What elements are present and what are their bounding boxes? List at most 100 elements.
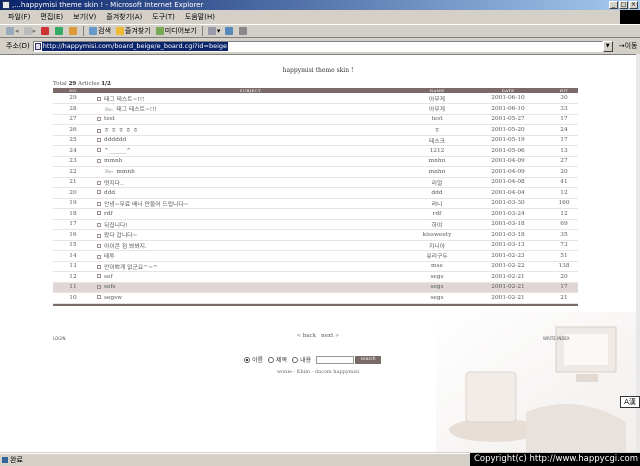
minimize-button[interactable]: _ bbox=[609, 1, 618, 9]
table-row[interactable]: 17 뒤집니다! 하야 2001-03-18 69 bbox=[53, 219, 578, 230]
table-row[interactable]: 18 rdf rdf 2001-03-24 12 bbox=[53, 208, 578, 220]
favorites-button[interactable]: 즐겨찾기 bbox=[115, 25, 151, 38]
post-icon bbox=[97, 233, 101, 238]
pager-back-link[interactable]: back bbox=[303, 333, 316, 339]
ime-language-badge[interactable]: A漢 bbox=[620, 396, 640, 408]
search-option-content[interactable]: 내용 bbox=[292, 355, 311, 364]
favorites-label: 즐겨찾기 bbox=[124, 26, 151, 35]
close-button[interactable]: × bbox=[629, 1, 638, 9]
row-subject-link[interactable]: ㅎ ㅎ ㅎ ㅎ ㅎ bbox=[104, 128, 138, 134]
toolbar: ◂ ▸ 검색 즐겨찾기 미디어보기 ▾ bbox=[0, 24, 640, 38]
table-row[interactable]: 16 왔다 갑니다~ kissweety 2001-03-18 35 bbox=[53, 229, 578, 241]
search-submit-button[interactable]: search bbox=[355, 355, 382, 364]
row-date: 2001-05-20 bbox=[466, 124, 550, 136]
maximize-button[interactable]: □ bbox=[619, 1, 628, 9]
search-option-subject[interactable]: 제목 bbox=[268, 355, 287, 364]
table-row[interactable]: 27 test test 2001-05-27 17 bbox=[53, 114, 578, 125]
row-subject-link[interactable]: 아이콘 점 봐봐지. bbox=[104, 244, 147, 250]
row-subject-link[interactable]: 태그 테스트~!!! bbox=[116, 107, 156, 113]
row-subject-link[interactable]: ^______^ bbox=[104, 148, 131, 154]
row-subject-link[interactable]: rdf bbox=[104, 211, 113, 217]
go-button[interactable]: →이동 bbox=[619, 39, 638, 53]
row-number: 20 bbox=[53, 187, 93, 199]
row-subject-link[interactable]: segsw bbox=[104, 295, 122, 301]
scrollbar[interactable] bbox=[636, 54, 640, 452]
forward-button[interactable]: ▸ bbox=[23, 25, 36, 38]
table-row[interactable]: 29 태그 테스트~!!! 아무게 2001-06-10 30 bbox=[53, 93, 578, 104]
post-icon bbox=[97, 254, 101, 259]
row-subject-link[interactable]: 테투 bbox=[104, 254, 115, 260]
row-subject-cell: 태그 테스트~!!! bbox=[93, 93, 408, 104]
row-subject-cell: dddddd bbox=[93, 135, 408, 146]
menu-tools[interactable]: 도구(T) bbox=[152, 11, 175, 23]
table-row[interactable]: 10 segsw segs 2001-02-21 21 bbox=[53, 292, 578, 304]
table-bottom-rule bbox=[53, 303, 578, 306]
radio-icon[interactable] bbox=[268, 356, 275, 363]
menu-edit[interactable]: 편집(E) bbox=[40, 11, 63, 23]
address-input[interactable]: http://happymisi.com/board_beige/e_board… bbox=[32, 40, 603, 52]
row-subject-link[interactable]: mmnh bbox=[116, 169, 134, 175]
row-subject-link[interactable]: 안녕~무료 배너 만들어 드립니다~ bbox=[104, 202, 189, 208]
table-row[interactable]: 25 dddddd 테스크 2001-05-19 17 bbox=[53, 135, 578, 146]
table-row[interactable]: 28 Re: 태그 테스트~!!! 아무게 2001-06-10 33 bbox=[53, 103, 578, 115]
table-row[interactable]: 13 안이쁘게 없군요^~^ mse 2001-02-22 138 bbox=[53, 261, 578, 272]
menu-help[interactable]: 도움말(H) bbox=[185, 11, 215, 23]
pager-next-link[interactable]: next bbox=[321, 333, 333, 339]
radio-checked-icon[interactable] bbox=[244, 356, 250, 363]
table-row[interactable]: 15 아이콘 점 봐봐지. 지니아 2001-03-13 73 bbox=[53, 240, 578, 251]
table-row[interactable]: 11 sefs segs 2001-02-21 17 bbox=[53, 282, 578, 293]
table-row[interactable]: 14 테투 유리구두 2001-02-23 51 bbox=[53, 250, 578, 262]
row-date: 2001-02-21 bbox=[466, 292, 550, 304]
radio-icon[interactable] bbox=[292, 356, 299, 363]
media-button[interactable]: 미디어보기 bbox=[155, 25, 197, 38]
row-hits: 69 bbox=[550, 219, 578, 230]
address-url[interactable]: http://happymisi.com/board_beige/e_board… bbox=[41, 41, 229, 51]
row-author: 아무게 bbox=[408, 103, 466, 115]
row-subject-link[interactable]: ddd bbox=[104, 190, 115, 196]
row-hits: 17 bbox=[550, 135, 578, 146]
row-number: 12 bbox=[53, 271, 93, 283]
menu-file[interactable]: 파일(F) bbox=[8, 11, 30, 23]
row-subject-link[interactable]: test bbox=[104, 116, 115, 122]
post-icon bbox=[97, 128, 101, 133]
row-subject-link[interactable]: sef bbox=[104, 274, 113, 280]
table-row[interactable]: 24 ^______^ 1212 2001-05-06 13 bbox=[53, 145, 578, 157]
table-row[interactable]: 21 멋지다.. 리얼 2001-04-08 41 bbox=[53, 177, 578, 188]
refresh-icon bbox=[55, 27, 64, 35]
row-subject-cell: Re: 태그 테스트~!!! bbox=[93, 103, 408, 115]
row-subject-link[interactable]: 왔다 갑니다~ bbox=[104, 233, 137, 239]
refresh-button[interactable] bbox=[55, 27, 64, 35]
menu-favorites[interactable]: 즐겨찾기(A) bbox=[106, 11, 142, 23]
menu-view[interactable]: 보기(V) bbox=[73, 11, 96, 23]
table-row[interactable]: 20 ddd ddd 2001-04-04 12 bbox=[53, 187, 578, 199]
row-subject-cell: 안녕~무료 배너 만들어 드립니다~ bbox=[93, 198, 408, 209]
row-subject-link[interactable]: mmnh bbox=[104, 158, 122, 164]
row-subject-link[interactable]: 태그 테스트~!!! bbox=[104, 97, 144, 103]
row-hits: 12 bbox=[550, 208, 578, 220]
stop-button[interactable] bbox=[41, 27, 50, 35]
row-hits: 27 bbox=[550, 156, 578, 167]
address-dropdown-button[interactable]: ▼ bbox=[602, 40, 613, 52]
home-button[interactable] bbox=[69, 27, 78, 35]
history-button[interactable]: ▾ bbox=[207, 25, 220, 38]
table-row[interactable]: 12 sef segs 2001-02-21 20 bbox=[53, 271, 578, 283]
print-button[interactable] bbox=[239, 27, 248, 35]
search-button[interactable]: 검색 bbox=[89, 25, 111, 38]
post-icon bbox=[97, 223, 101, 228]
row-hits: 51 bbox=[550, 250, 578, 262]
row-date: 2001-04-08 bbox=[466, 177, 550, 188]
table-row[interactable]: 26 ㅎ ㅎ ㅎ ㅎ ㅎ ㅎ 2001-05-20 24 bbox=[53, 124, 578, 136]
search-input[interactable] bbox=[316, 355, 355, 364]
back-button[interactable]: ◂ bbox=[6, 25, 19, 38]
row-subject-link[interactable]: 뒤집니다! bbox=[104, 223, 128, 229]
home-icon bbox=[69, 27, 78, 35]
table-row[interactable]: 22 Re: mmnh mnhn 2001-04-09 20 bbox=[53, 166, 578, 178]
row-subject-link[interactable]: dddddd bbox=[104, 137, 126, 143]
table-row[interactable]: 19 안녕~무료 배너 만들어 드립니다~ 러니 2001-03-30 160 bbox=[53, 198, 578, 209]
mail-button[interactable] bbox=[225, 27, 234, 35]
row-subject-link[interactable]: sefs bbox=[104, 284, 116, 290]
table-row[interactable]: 23 mmnh mnhn 2001-04-09 27 bbox=[53, 156, 578, 167]
row-subject-link[interactable]: 안이쁘게 없군요^~^ bbox=[104, 265, 158, 271]
row-subject-link[interactable]: 멋지다.. bbox=[104, 181, 124, 187]
search-option-name[interactable]: 이름 bbox=[244, 355, 263, 364]
